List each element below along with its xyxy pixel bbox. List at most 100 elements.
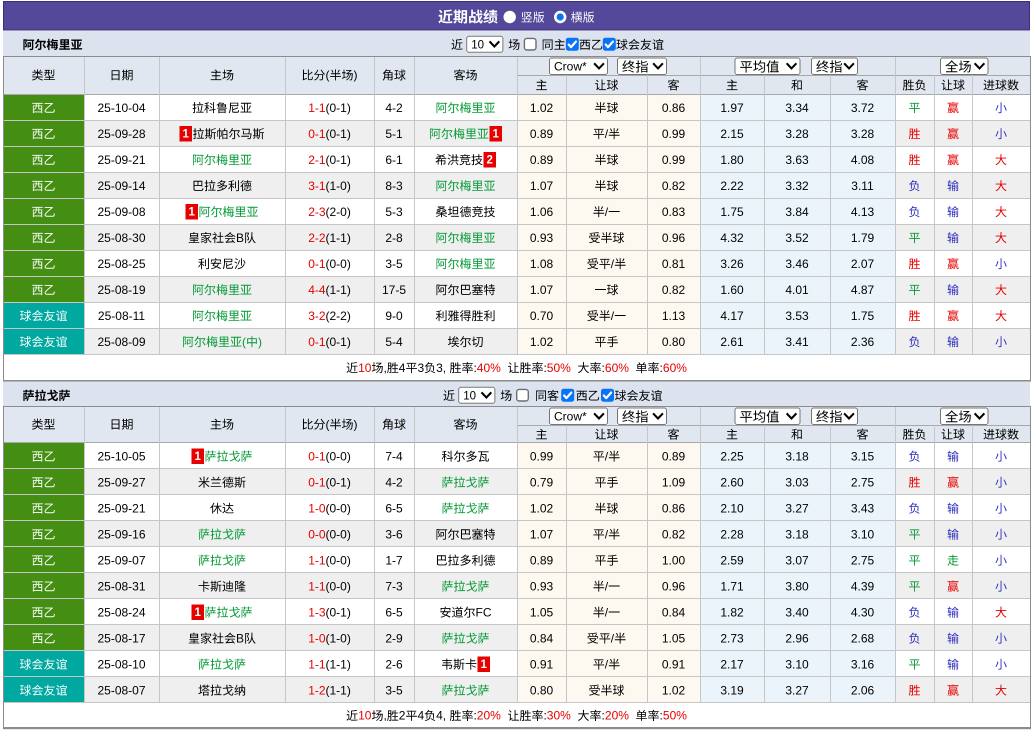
- svg-text:3.46: 3.46: [785, 257, 809, 271]
- svg-text:3.18: 3.18: [785, 449, 809, 463]
- svg-text:4-2: 4-2: [385, 475, 403, 489]
- svg-text:0-1: 0-1: [308, 335, 326, 349]
- svg-text:25-08-24: 25-08-24: [97, 605, 145, 619]
- svg-text:6-1: 6-1: [385, 153, 403, 167]
- svg-text:1.02: 1.02: [530, 501, 554, 515]
- svg-text:2.07: 2.07: [851, 257, 875, 271]
- svg-text:2.17: 2.17: [720, 657, 744, 671]
- svg-text:10: 10: [463, 390, 476, 402]
- svg-text:3.40: 3.40: [785, 605, 809, 619]
- svg-text:25-08-17: 25-08-17: [97, 631, 145, 645]
- svg-text:(0-1): (0-1): [326, 475, 351, 489]
- svg-text:3.32: 3.32: [785, 179, 809, 193]
- svg-text:60%: 60%: [605, 361, 629, 375]
- svg-text:0-1: 0-1: [308, 475, 326, 489]
- svg-text:25-08-09: 25-08-09: [97, 335, 145, 349]
- svg-text:2-6: 2-6: [385, 657, 403, 671]
- svg-text:4.39: 4.39: [851, 579, 875, 593]
- svg-text:1.02: 1.02: [530, 335, 554, 349]
- svg-text:1.05: 1.05: [662, 631, 686, 645]
- svg-text:(: (: [326, 68, 330, 82]
- svg-text:3.10: 3.10: [785, 657, 809, 671]
- svg-text:(1-1): (1-1): [326, 683, 351, 697]
- svg-text:0.82: 0.82: [662, 527, 686, 541]
- svg-text:3.26: 3.26: [720, 257, 744, 271]
- svg-text:25-09-28: 25-09-28: [97, 127, 145, 141]
- svg-text:2-2: 2-2: [308, 231, 326, 245]
- svg-text:): ): [354, 417, 358, 431]
- svg-text:1.60: 1.60: [720, 283, 744, 297]
- svg-text:1.09: 1.09: [662, 475, 686, 489]
- svg-text:1.02: 1.02: [530, 101, 554, 115]
- svg-text:FC: FC: [476, 605, 492, 619]
- svg-text:3-5: 3-5: [385, 683, 403, 697]
- svg-text:1.80: 1.80: [720, 153, 744, 167]
- svg-text:(0-1): (0-1): [326, 335, 351, 349]
- svg-text:4.08: 4.08: [851, 153, 875, 167]
- svg-text:1.02: 1.02: [662, 683, 686, 697]
- svg-text:1: 1: [194, 607, 201, 619]
- svg-text:10: 10: [358, 361, 372, 375]
- svg-text:(2-0): (2-0): [326, 205, 351, 219]
- svg-text:(0-1): (0-1): [326, 101, 351, 115]
- svg-text:1-1: 1-1: [308, 579, 326, 593]
- svg-text:2: 2: [399, 709, 406, 723]
- svg-text:0.89: 0.89: [662, 449, 686, 463]
- svg-text:Crow*: Crow*: [554, 60, 587, 74]
- svg-text:0.89: 0.89: [530, 553, 554, 567]
- svg-text:0.93: 0.93: [530, 231, 554, 245]
- svg-text:25-08-19: 25-08-19: [97, 283, 145, 297]
- svg-text:6-5: 6-5: [385, 501, 403, 515]
- svg-text:0.96: 0.96: [662, 579, 686, 593]
- svg-text:17-5: 17-5: [382, 283, 406, 297]
- svg-text:4.30: 4.30: [851, 605, 875, 619]
- svg-text:0.99: 0.99: [662, 153, 686, 167]
- svg-text:25-09-16: 25-09-16: [97, 527, 145, 541]
- svg-text:25-08-10: 25-08-10: [97, 657, 145, 671]
- svg-text:3.41: 3.41: [785, 335, 809, 349]
- svg-text:(: (: [326, 417, 330, 431]
- svg-text:3.52: 3.52: [785, 231, 809, 245]
- svg-text:0-1: 0-1: [308, 257, 326, 271]
- svg-text:2.06: 2.06: [851, 683, 875, 697]
- svg-text:2.59: 2.59: [720, 553, 744, 567]
- svg-text:0-1: 0-1: [308, 449, 326, 463]
- svg-text:3.72: 3.72: [851, 101, 875, 115]
- svg-text:20%: 20%: [477, 709, 501, 723]
- svg-text:8-3: 8-3: [385, 179, 403, 193]
- svg-text:2.68: 2.68: [851, 631, 875, 645]
- svg-text:25-09-14: 25-09-14: [97, 179, 145, 193]
- svg-text:0.84: 0.84: [530, 631, 554, 645]
- svg-text:1.07: 1.07: [530, 283, 554, 297]
- svg-text:3.18: 3.18: [785, 527, 809, 541]
- svg-text:3-6: 3-6: [385, 527, 403, 541]
- svg-text:(0-1): (0-1): [326, 153, 351, 167]
- svg-text:3.15: 3.15: [851, 449, 875, 463]
- svg-text:1: 1: [492, 129, 499, 141]
- svg-text:25-08-07: 25-08-07: [97, 683, 145, 697]
- svg-text:4.87: 4.87: [851, 283, 875, 297]
- svg-text:1: 1: [480, 659, 487, 671]
- svg-text:(1-1): (1-1): [326, 283, 351, 297]
- svg-text:3,: 3,: [436, 361, 446, 375]
- svg-text:4-2: 4-2: [385, 101, 403, 115]
- svg-text:,: ,: [384, 709, 387, 723]
- svg-text:25-09-08: 25-09-08: [97, 205, 145, 219]
- svg-text:5-1: 5-1: [385, 127, 403, 141]
- svg-text:3.27: 3.27: [785, 683, 809, 697]
- svg-text:1.06: 1.06: [530, 205, 554, 219]
- svg-text:2-9: 2-9: [385, 631, 403, 645]
- svg-text:0.84: 0.84: [662, 605, 686, 619]
- svg-text:5-3: 5-3: [385, 205, 403, 219]
- svg-text:5-4: 5-4: [385, 335, 403, 349]
- svg-text:B: B: [236, 231, 244, 245]
- svg-text:25-08-30: 25-08-30: [97, 231, 145, 245]
- svg-text:(1-1): (1-1): [326, 231, 351, 245]
- svg-text:2-1: 2-1: [308, 153, 326, 167]
- svg-text:2.36: 2.36: [851, 335, 875, 349]
- svg-text:25-09-07: 25-09-07: [97, 553, 145, 567]
- svg-text:,: ,: [384, 361, 387, 375]
- svg-text:(0-0): (0-0): [326, 449, 351, 463]
- svg-text:0.86: 0.86: [662, 501, 686, 515]
- svg-text:0.96: 0.96: [662, 231, 686, 245]
